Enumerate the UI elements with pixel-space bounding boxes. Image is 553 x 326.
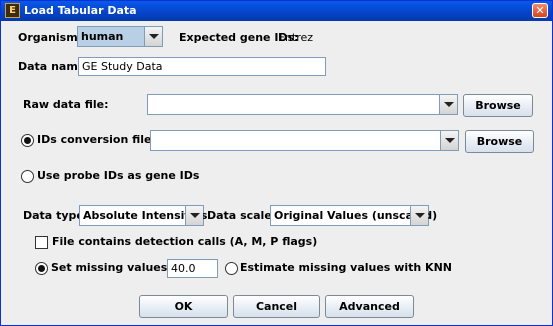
ok-button[interactable]: OK xyxy=(139,295,228,318)
raw-data-file-select[interactable] xyxy=(147,94,458,115)
organism-value: human xyxy=(81,30,124,43)
raw-data-browse-button[interactable]: Browse xyxy=(463,94,533,117)
data-type-select[interactable]: Absolute Intensities xyxy=(79,205,207,226)
ids-conversion-select[interactable] xyxy=(150,130,459,151)
data-name-input[interactable] xyxy=(78,57,326,76)
probe-ids-label: Use probe IDs as gene IDs xyxy=(37,169,200,182)
estimate-knn-label: Estimate missing values with KNN xyxy=(240,261,452,274)
app-icon: E xyxy=(5,3,20,18)
window-title: Load Tabular Data xyxy=(24,4,137,17)
chevron-down-icon[interactable] xyxy=(185,206,203,225)
estimate-knn-radio[interactable] xyxy=(225,262,238,275)
ids-conversion-browse-button[interactable]: Browse xyxy=(465,130,534,153)
data-scale-select[interactable]: Original Values (unscaled) xyxy=(270,205,437,226)
chevron-down-icon[interactable] xyxy=(440,131,458,150)
advanced-button[interactable]: Advanced xyxy=(325,295,414,318)
missing-value-input[interactable] xyxy=(167,259,218,278)
set-missing-values-radio[interactable] xyxy=(35,262,48,275)
ids-conversion-radio[interactable] xyxy=(21,134,34,147)
chevron-down-icon[interactable] xyxy=(144,27,162,46)
raw-data-file-label: Raw data file: xyxy=(23,98,109,111)
close-icon[interactable]: ✕ xyxy=(532,3,548,18)
probe-ids-radio[interactable] xyxy=(21,170,34,183)
expected-gene-ids-value: Entrez xyxy=(278,31,314,44)
ids-conversion-label: IDs conversion file: xyxy=(37,133,156,146)
cancel-button[interactable]: Cancel xyxy=(233,295,320,318)
chevron-down-icon[interactable] xyxy=(410,206,428,225)
detection-calls-label: File contains detection calls (A, M, P f… xyxy=(52,235,318,248)
set-missing-values-label: Set missing values to xyxy=(51,261,184,274)
chevron-down-icon[interactable] xyxy=(439,95,457,114)
load-tabular-data-dialog: E Load Tabular Data ✕ Organism: human Ex… xyxy=(0,0,553,326)
organism-select[interactable]: human xyxy=(77,26,163,47)
title-bar[interactable]: E Load Tabular Data ✕ xyxy=(1,1,552,21)
detection-calls-checkbox[interactable] xyxy=(35,236,48,249)
organism-label: Organism: xyxy=(18,31,83,44)
data-scale-label: Data scale: xyxy=(207,209,277,222)
